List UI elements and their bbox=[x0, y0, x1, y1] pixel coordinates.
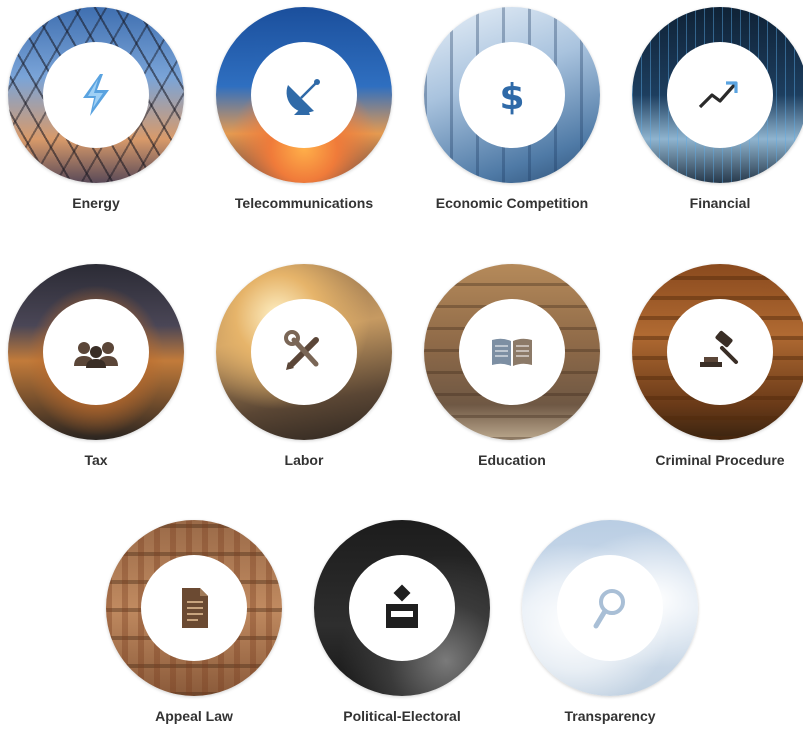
category-label: Criminal Procedure bbox=[655, 452, 785, 468]
category-label: Transparency bbox=[564, 708, 656, 724]
appeal-law-image bbox=[106, 520, 282, 696]
icon-badge bbox=[459, 299, 565, 405]
category-criminal-procedure[interactable]: Criminal Procedure bbox=[632, 264, 803, 479]
lightning-bolt-icon bbox=[83, 74, 109, 116]
icon-badge: $ bbox=[459, 42, 565, 148]
category-label: Political-Electoral bbox=[343, 708, 461, 724]
category-label: Financial bbox=[689, 195, 751, 211]
icon-badge bbox=[43, 42, 149, 148]
telecommunications-image bbox=[216, 7, 392, 183]
category-telecommunications[interactable]: Telecommunications bbox=[216, 7, 392, 222]
wrench-pencil-icon bbox=[284, 330, 319, 370]
economic-competition-image: $ bbox=[424, 7, 600, 183]
category-appeal-law[interactable]: Appeal Law bbox=[106, 520, 282, 735]
education-image bbox=[424, 264, 600, 440]
category-label: Labor bbox=[284, 452, 324, 468]
tax-image bbox=[8, 264, 184, 440]
icon-badge bbox=[251, 299, 357, 405]
category-energy[interactable]: Energy bbox=[8, 7, 184, 222]
icon-badge bbox=[667, 42, 773, 148]
category-label: Telecommunications bbox=[234, 195, 374, 211]
labor-image bbox=[216, 264, 392, 440]
political-electoral-image bbox=[314, 520, 490, 696]
criminal-procedure-image bbox=[632, 264, 803, 440]
category-tax[interactable]: Tax bbox=[8, 264, 184, 479]
category-education[interactable]: Education bbox=[424, 264, 600, 479]
financial-image bbox=[632, 7, 803, 183]
category-labor[interactable]: Labor bbox=[216, 264, 392, 479]
icon-badge bbox=[141, 555, 247, 661]
category-label: Economic Competition bbox=[435, 195, 589, 211]
satellite-dish-icon bbox=[286, 79, 320, 115]
transparency-image bbox=[522, 520, 698, 696]
energy-image bbox=[8, 7, 184, 183]
magnifier-icon bbox=[593, 589, 625, 629]
category-label: Education bbox=[478, 452, 546, 468]
category-label: Tax bbox=[84, 452, 108, 468]
category-political-electoral[interactable]: Political-Electoral bbox=[314, 520, 490, 735]
gavel-icon bbox=[700, 330, 738, 367]
icon-badge bbox=[43, 299, 149, 405]
trend-up-arrow-icon bbox=[698, 81, 738, 109]
open-book-icon bbox=[492, 338, 532, 366]
category-label: Appeal Law bbox=[155, 708, 233, 724]
icon-badge bbox=[557, 555, 663, 661]
ballot-box-icon bbox=[386, 584, 418, 628]
dollar-sign-icon: $ bbox=[499, 77, 524, 118]
icon-badge bbox=[667, 299, 773, 405]
category-transparency[interactable]: Transparency bbox=[522, 520, 698, 735]
category-financial[interactable]: Financial bbox=[632, 7, 803, 222]
category-label: Energy bbox=[72, 195, 120, 211]
category-economic-competition[interactable]: $ Economic Competition bbox=[424, 7, 600, 222]
people-group-icon bbox=[74, 342, 118, 368]
icon-badge bbox=[349, 555, 455, 661]
svg-text:$: $ bbox=[499, 77, 524, 118]
document-icon bbox=[182, 588, 208, 628]
icon-badge bbox=[251, 42, 357, 148]
